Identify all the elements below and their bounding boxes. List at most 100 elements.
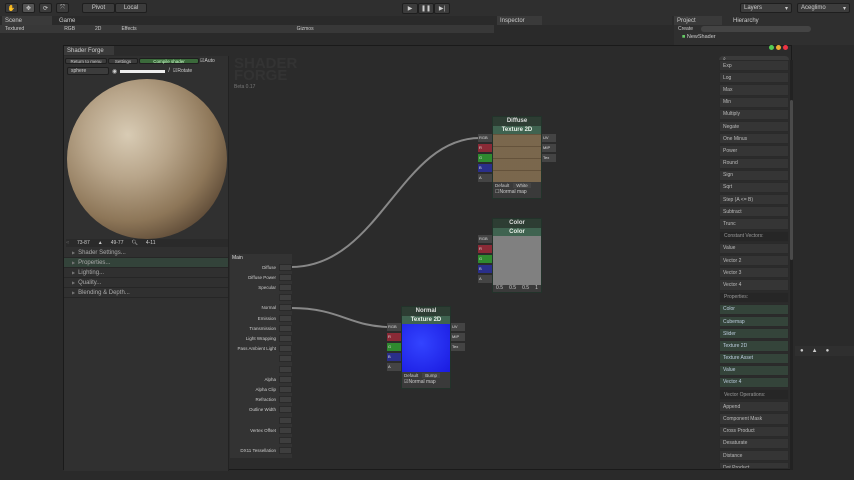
library-item[interactable]: Vector 4 [719, 279, 789, 291]
input-pin[interactable]: G [478, 154, 492, 162]
library-item[interactable]: Trunc [719, 218, 789, 230]
close-icon[interactable] [783, 45, 788, 50]
rotate-checkbox[interactable]: ☑Rotate [173, 68, 192, 74]
tab-shader-forge[interactable]: Shader Forge [64, 46, 114, 55]
color-property-node[interactable]: Color Color 0.5 0.5 0.5 1 [492, 218, 542, 293]
input-connector[interactable] [279, 406, 292, 414]
main-input-row[interactable]: Alpha [230, 374, 292, 384]
minimize-icon[interactable] [776, 45, 781, 50]
input-pin[interactable]: G [387, 343, 401, 351]
default-dropdown[interactable]: White [513, 183, 531, 188]
input-connector[interactable] [279, 436, 292, 444]
library-item[interactable]: Min [719, 96, 789, 108]
input-connector[interactable] [279, 426, 292, 434]
pivot-toggle[interactable]: Pivot [82, 3, 115, 13]
input-pin[interactable]: G [478, 255, 492, 263]
step-button[interactable]: ▶| [434, 3, 450, 14]
input-pin[interactable]: R [478, 144, 492, 152]
main-input-row[interactable] [230, 435, 292, 445]
input-pin[interactable]: RGB [478, 134, 492, 142]
output-pin[interactable]: Tex [451, 343, 465, 351]
hand-tool-button[interactable]: ✋ [5, 3, 18, 13]
library-item[interactable]: Color [719, 303, 789, 315]
input-connector[interactable] [279, 396, 292, 404]
input-pin[interactable]: R [387, 333, 401, 341]
pause-button[interactable]: ❚❚ [418, 3, 434, 14]
library-item[interactable]: Subtract [719, 206, 789, 218]
error-icon[interactable]: ● [826, 348, 830, 354]
library-item[interactable]: Sign [719, 169, 789, 181]
library-item[interactable]: Cubemap [719, 315, 789, 328]
play-button[interactable]: ▶ [402, 3, 418, 14]
input-connector[interactable] [279, 314, 292, 322]
library-item[interactable]: Vector 3 [719, 267, 789, 279]
main-input-row[interactable]: Refraction [230, 395, 292, 405]
input-connector[interactable] [279, 447, 292, 455]
input-connector[interactable] [279, 294, 292, 302]
compile-shader-button[interactable]: Compile shader [139, 58, 199, 64]
color-swatch[interactable] [493, 236, 541, 285]
input-connector[interactable] [279, 375, 292, 383]
main-input-row[interactable]: Transmission [230, 323, 292, 333]
main-input-row[interactable]: Light Wrapping [230, 333, 292, 343]
diffuse-texture-node[interactable]: Diffuse Texture 2D Default White ☐Normal … [492, 116, 542, 199]
local-toggle[interactable]: Local [115, 3, 147, 13]
library-item[interactable]: Vector 2 [719, 255, 789, 267]
section-shader-settings[interactable]: ▶ Shader Settings... [64, 248, 228, 258]
input-connector[interactable] [279, 334, 292, 342]
output-pin[interactable]: UV [451, 323, 465, 331]
rgb-dropdown[interactable]: RGB [64, 26, 75, 32]
effects-dropdown[interactable]: Effects [121, 26, 136, 32]
main-input-row[interactable]: Emission [230, 313, 292, 323]
main-input-row[interactable] [230, 364, 292, 374]
section-lighting[interactable]: ▶ Lighting... [64, 268, 228, 278]
input-pin[interactable]: A [387, 363, 401, 371]
gizmos-dropdown[interactable]: Gizmos [297, 26, 314, 32]
input-connector[interactable] [279, 385, 292, 393]
2d-toggle[interactable]: 2D [95, 26, 101, 32]
tab-project[interactable]: Project [674, 16, 722, 25]
background-color-field[interactable] [120, 69, 166, 73]
tab-hierarchy[interactable]: Hierarchy [730, 16, 762, 25]
main-input-row[interactable]: Outline Width [230, 405, 292, 415]
library-item[interactable]: Slider [719, 328, 789, 340]
input-pin[interactable]: B [478, 265, 492, 273]
warning-icon[interactable]: ▲ [812, 348, 818, 354]
section-quality[interactable]: ▶ Quality... [64, 278, 228, 288]
main-input-row[interactable]: Alpha Clip [230, 384, 292, 394]
library-item[interactable]: Power [719, 145, 789, 157]
input-pin[interactable]: A [478, 275, 492, 283]
project-search-input[interactable] [701, 26, 812, 32]
create-dropdown[interactable]: Create [678, 26, 693, 32]
input-pin[interactable]: A [478, 174, 492, 182]
input-connector[interactable] [279, 304, 292, 312]
input-connector[interactable] [279, 365, 292, 373]
material-preview-sphere[interactable] [67, 79, 227, 239]
output-pin[interactable]: Tex [542, 154, 556, 162]
main-input-row[interactable] [230, 415, 292, 425]
library-item[interactable]: Sqrt [719, 181, 789, 194]
section-blending-depth[interactable]: ▶ Blending & Depth... [64, 288, 228, 298]
auto-checkbox[interactable]: ☑ Auto [200, 58, 215, 64]
library-item[interactable]: Texture 2D [719, 340, 789, 352]
normal-map-checkbox[interactable]: ☑Normal map [402, 379, 450, 385]
settings-button[interactable]: Settings [108, 58, 138, 64]
library-item[interactable]: Log [719, 72, 789, 84]
input-connector[interactable] [279, 345, 292, 353]
input-pin[interactable]: RGB [387, 323, 401, 331]
section-properties[interactable]: ▶ Properties... [64, 258, 228, 268]
main-input-row[interactable]: Normal [230, 303, 292, 313]
main-input-row[interactable] [230, 293, 292, 303]
shading-mode-dropdown[interactable]: Textured [5, 26, 24, 32]
normal-map-checkbox[interactable]: ☐Normal map [493, 189, 541, 195]
mesh-selector[interactable]: sphere [67, 67, 109, 75]
color-component-value[interactable]: 0.5 [522, 285, 529, 291]
input-pin[interactable]: RGB [478, 235, 492, 243]
library-item[interactable]: Negate [719, 120, 789, 133]
color-component-value[interactable]: 0.5 [496, 285, 503, 291]
node-canvas[interactable]: SHADER FORGE Beta 0.17 Main Diffuse Diffus… [230, 56, 718, 470]
main-input-row[interactable]: Diffuse Power [230, 272, 292, 282]
input-connector[interactable] [279, 416, 292, 424]
output-pin[interactable]: UV [542, 134, 556, 142]
layers-dropdown[interactable]: Layers ▾ [740, 3, 792, 13]
